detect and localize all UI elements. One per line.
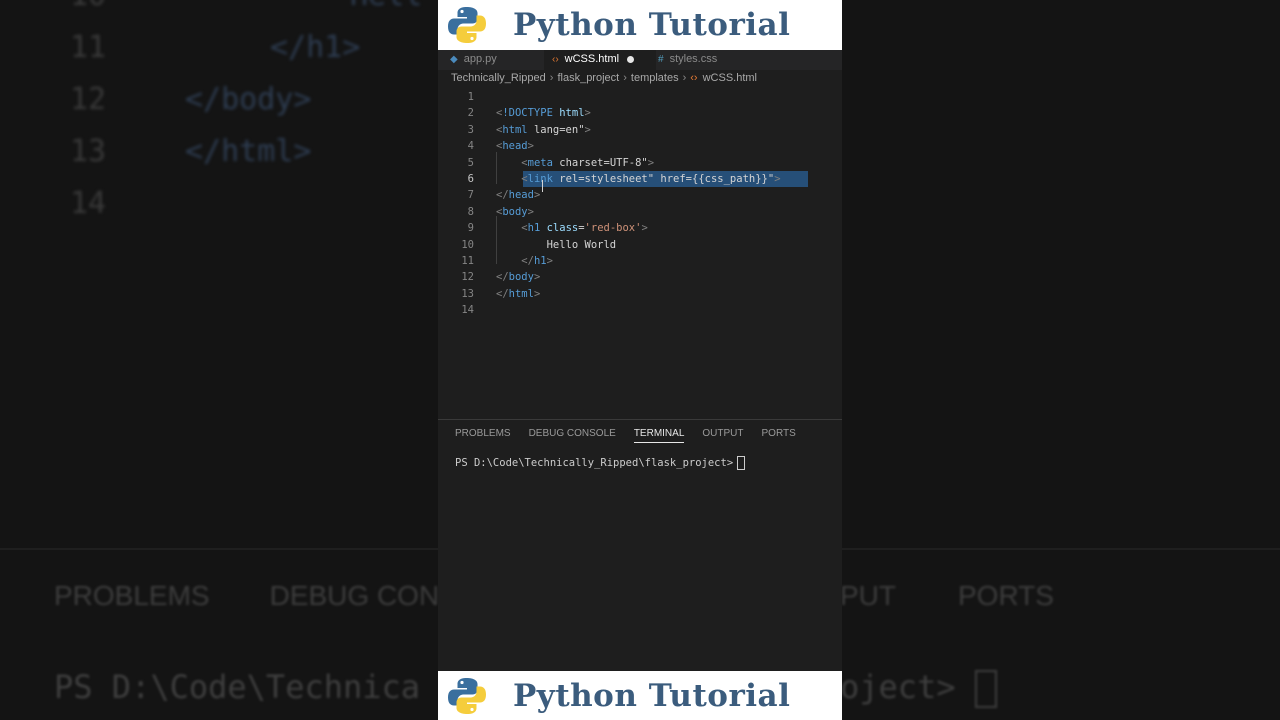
code-line[interactable]: 2 <!DOCTYPE html> [438,105,842,121]
line-number: 11 [461,255,474,267]
editor-tabs: ◆ app.py ‹› wCSS.html # styles.css [438,50,842,70]
code-line[interactable]: 13 </html> [438,286,842,302]
banner-title: Python Tutorial [513,7,791,43]
css-file-icon: # [658,54,664,65]
top-banner: Python Tutorial [438,0,842,50]
banner-title: Python Tutorial [513,677,791,714]
bottom-banner: Python Tutorial [438,671,842,720]
breadcrumb-item[interactable]: Technically_Ripped [451,72,546,84]
chevron-right-icon: › [682,72,687,84]
terminal-cursor [737,456,746,470]
html-file-icon: ‹› [690,72,698,84]
chevron-right-icon: › [549,72,554,84]
code-line[interactable]: 1 [438,89,842,105]
code-text: Hello World [496,238,617,251]
code-editor[interactable]: 1 2 <!DOCTYPE html> 3 <html lang=en"> 4 <head>… [438,88,842,418]
line-number: 1 [467,91,474,103]
python-logo-icon [448,7,486,43]
code-text: </h1> [521,255,553,267]
code-line[interactable]: 4 <head> [438,138,842,154]
breadcrumb-item[interactable]: flask_project [557,72,619,84]
code-text: <meta charset=UTF-8"> [521,156,655,169]
terminal-prompt[interactable]: PS D:\Code\Technically_Ripped\flask_proj… [455,456,746,470]
python-logo-icon [448,677,486,714]
text-cursor-icon [542,180,543,192]
code-text: </body> [496,271,541,284]
tab-problems[interactable]: PROBLEMS [455,428,511,442]
chevron-right-icon: › [623,72,627,84]
code-text: <body> [496,205,534,218]
code-line[interactable]: 6 <link rel=stylesheet" href={{css_path}… [438,171,842,187]
code-line[interactable]: 8 <body> [438,204,842,220]
python-file-icon: ◆ [450,54,458,65]
line-number: 10 [461,238,474,251]
code-line[interactable]: 10 Hello World [438,237,842,253]
line-number: 2 [467,107,474,120]
code-text: <head> [496,140,534,153]
line-number: 5 [467,156,474,169]
tab-app-py[interactable]: ◆ app.py [442,50,505,70]
code-line[interactable]: 5 <meta charset=UTF-8"> [438,155,842,171]
code-text: <html lang=en"> [496,123,591,136]
html-file-icon: ‹› [552,54,559,65]
code-text: </head> [496,189,541,202]
tab-styles-css[interactable]: # styles.css [650,50,725,70]
line-number: 9 [467,222,474,235]
background-prompt-tail: oject> [840,668,997,708]
code-line[interactable]: 3 <html lang=en"> [438,122,842,138]
line-number: 8 [467,205,474,218]
background-panel-tabs-right: PUT PORTS [840,580,1054,611]
line-number: 4 [467,140,474,153]
panel-tabs: PROBLEMS DEBUG CONSOLE TERMINAL OUTPUT PORTS [455,428,814,443]
code-line[interactable]: 11 </h1> [438,253,842,269]
line-number: 3 [467,123,474,136]
code-line[interactable]: 12 </body> [438,269,842,285]
tab-debug-console[interactable]: DEBUG CONSOLE [529,428,616,442]
breadcrumb: Technically_Ripped › flask_project › templat… [451,72,757,84]
line-number: 6 [467,173,474,185]
editor-window: Python Tutorial ◆ app.py ‹› wCSS.html # sty… [438,0,842,720]
tab-terminal[interactable]: TERMINAL [633,428,685,443]
code-line[interactable]: 7 </head> [438,187,842,203]
unsaved-dot-icon[interactable] [627,55,635,63]
background-prompt: PS D:\Code\Technica [54,668,421,706]
line-number: 13 [461,287,474,300]
panel-divider [438,419,842,420]
code-line[interactable]: 14 [438,302,842,318]
breadcrumb-item[interactable]: wCSS.html [703,72,757,84]
tab-output[interactable]: OUTPUT [702,428,743,442]
code-text: </html> [496,287,541,300]
code-text: <link rel=stylesheet" href={{css_path}}"… [521,173,781,185]
line-number: 12 [461,271,474,284]
code-line[interactable]: 9 <h1 class='red-box'> [438,220,842,236]
code-text: <!DOCTYPE html> [496,107,591,120]
code-text: <h1 class='red-box'> [521,222,648,235]
line-number: 7 [467,189,474,202]
tab-ports[interactable]: PORTS [762,428,796,442]
breadcrumb-item[interactable]: templates [631,72,679,84]
line-number: 14 [461,304,474,317]
tab-wcss-html[interactable]: ‹› wCSS.html [544,50,656,70]
